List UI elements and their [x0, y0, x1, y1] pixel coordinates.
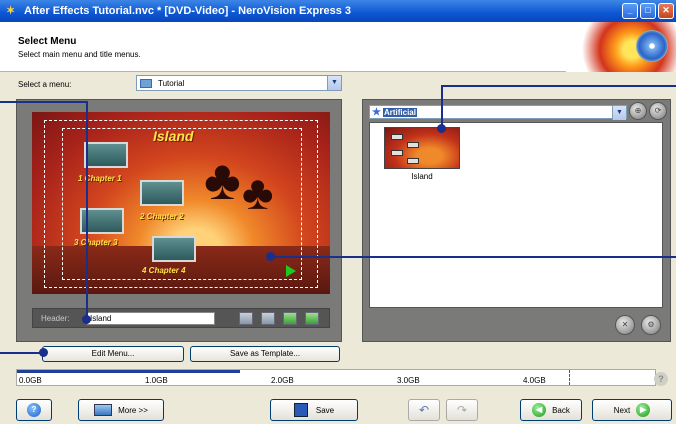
callout-line — [441, 85, 676, 87]
star-icon: ★ — [372, 106, 381, 118]
more-button[interactable]: More >> — [78, 399, 164, 421]
save-as-template-button[interactable]: Save as Template... — [190, 346, 340, 362]
help-icon: ? — [27, 403, 41, 417]
monitor-icon — [94, 404, 113, 416]
menu-preview[interactable]: ♣ ♣ Island 1 Chapter 1 2 Chapter 2 3 Cha… — [32, 112, 330, 294]
header-row: Header: Island — [32, 308, 330, 328]
header-input[interactable]: Island — [87, 312, 215, 325]
disc-capacity-bar: 0.0GB 1.0GB 2.0GB 3.0GB 4.0GB — [16, 369, 656, 386]
redo-button[interactable]: ↷ — [446, 399, 478, 421]
text-format-icon[interactable] — [239, 312, 253, 325]
template-category-dropdown[interactable]: ★ Artificial ▼ — [369, 105, 627, 120]
template-list: Island — [369, 122, 663, 308]
nerovision-window: ✶ After Effects Tutorial.nvc * [DVD-Vide… — [0, 0, 676, 424]
callout-line — [0, 101, 88, 103]
template-panel: ★ Artificial ▼ ⊕ ⟳ Island ✕ ⚙ — [362, 99, 671, 342]
redo-icon: ↷ — [456, 403, 468, 417]
callout-dot — [266, 252, 275, 261]
template-settings-icon[interactable]: ⚙ — [641, 315, 661, 335]
callout-line — [441, 85, 443, 129]
palm-tree-icon: ♣ — [242, 167, 274, 220]
chevron-down-icon[interactable]: ▼ — [612, 106, 626, 120]
capacity-limit-marker — [569, 370, 570, 385]
menu-select-value: Tutorial — [158, 78, 185, 88]
refresh-icon[interactable]: ⟳ — [649, 102, 667, 120]
undo-button[interactable]: ↶ — [408, 399, 440, 421]
page-title: Select Menu — [18, 36, 77, 47]
text-align-icon[interactable] — [261, 312, 275, 325]
next-button[interactable]: Next ▶ — [592, 399, 672, 421]
menu-select-dropdown[interactable]: Tutorial ▼ — [136, 75, 342, 91]
edit-menu-button[interactable]: Edit Menu... — [42, 346, 184, 362]
chapter-label[interactable]: 1 Chapter 1 — [78, 174, 122, 183]
add-button-icon[interactable] — [283, 312, 297, 325]
capacity-tick: 0.0GB — [19, 376, 42, 385]
chapter-thumbnail[interactable] — [140, 180, 184, 206]
maximize-button[interactable]: □ — [640, 3, 656, 19]
template-category-value: Artificial — [382, 107, 417, 117]
title-bar: ✶ After Effects Tutorial.nvc * [DVD-Vide… — [0, 0, 676, 22]
page-subtitle: Select main menu and title menus. — [18, 50, 141, 59]
back-label: Back — [552, 405, 570, 415]
disc-icon — [636, 30, 668, 62]
more-label: More >> — [118, 405, 148, 415]
play-icon[interactable] — [286, 265, 296, 277]
menu-select-label: Select a menu: — [18, 80, 72, 89]
undo-icon: ↶ — [418, 403, 430, 417]
chapter-label[interactable]: 3 Chapter 3 — [74, 238, 118, 247]
page-header: Select Menu Select main menu and title m… — [0, 22, 676, 72]
back-arrow-icon: ◀ — [532, 403, 547, 417]
menu-preview-panel: ♣ ♣ Island 1 Chapter 1 2 Chapter 2 3 Cha… — [16, 99, 342, 342]
mini-thumb — [407, 142, 419, 148]
chapter-thumbnail[interactable] — [84, 142, 128, 168]
capacity-tick: 4.0GB — [523, 376, 546, 385]
menu-icon — [140, 78, 152, 88]
callout-line — [0, 352, 44, 354]
floppy-icon — [293, 403, 308, 417]
callout-dot — [82, 315, 91, 324]
palm-tree-icon: ♣ — [204, 148, 241, 211]
nero-icon: ✶ — [6, 5, 16, 17]
capacity-help-icon[interactable]: ? — [654, 372, 668, 386]
mini-thumb — [391, 150, 403, 156]
chapter-label[interactable]: 2 Chapter 2 — [140, 212, 184, 221]
template-thumbnail[interactable] — [384, 127, 460, 169]
header-label: Header: — [41, 314, 70, 323]
import-template-icon[interactable]: ⊕ — [629, 102, 647, 120]
back-button[interactable]: ◀ Back — [520, 399, 582, 421]
help-button[interactable]: ? — [16, 399, 52, 421]
callout-dot — [437, 124, 446, 133]
close-button[interactable]: ✕ — [658, 3, 674, 19]
menu-title[interactable]: Island — [153, 128, 193, 144]
remove-button-icon[interactable] — [305, 312, 319, 325]
minimize-button[interactable]: _ — [622, 3, 638, 19]
window-title: After Effects Tutorial.nvc * [DVD-Video]… — [24, 5, 352, 17]
callout-dot — [39, 348, 48, 357]
callout-line — [270, 256, 676, 258]
capacity-tick: 2.0GB — [271, 376, 294, 385]
capacity-fill — [17, 370, 241, 373]
chapter-thumbnail[interactable] — [152, 236, 196, 262]
mini-thumb — [407, 158, 419, 164]
next-label: Next — [613, 405, 631, 415]
save-label: Save — [315, 405, 335, 415]
callout-line — [86, 101, 88, 319]
next-arrow-icon: ▶ — [636, 403, 651, 417]
template-label[interactable]: Island — [384, 172, 460, 181]
chapter-label[interactable]: 4 Chapter 4 — [142, 266, 186, 275]
capacity-tick: 3.0GB — [397, 376, 420, 385]
capacity-tick: 1.0GB — [145, 376, 168, 385]
mini-thumb — [391, 134, 403, 140]
delete-template-icon[interactable]: ✕ — [615, 315, 635, 335]
chevron-down-icon[interactable]: ▼ — [327, 76, 341, 90]
save-button[interactable]: Save — [270, 399, 358, 421]
